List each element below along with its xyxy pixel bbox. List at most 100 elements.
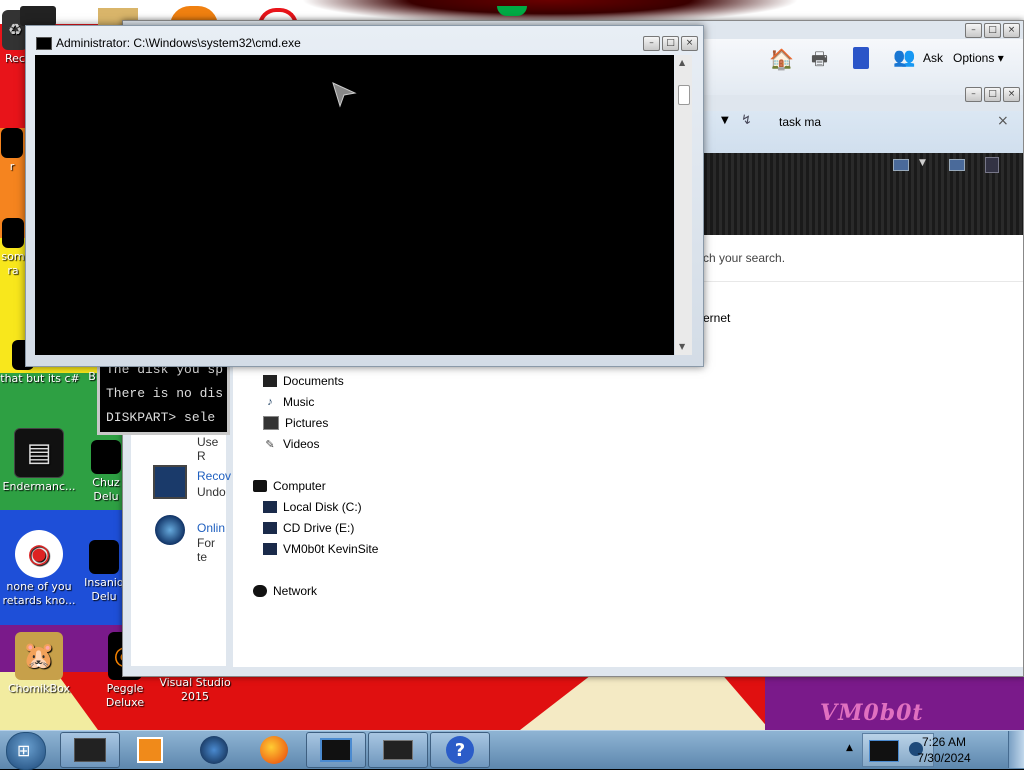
maximize-button[interactable]: □ [984, 23, 1001, 38]
recovery-icon [153, 465, 187, 499]
cmd-scrollbar[interactable]: ▲ ▼ [675, 55, 692, 355]
desktop-icon-partial[interactable]: som ra [0, 218, 26, 278]
close-button[interactable]: × [681, 36, 698, 51]
close-button[interactable]: × [1003, 87, 1020, 102]
home-icon[interactable]: 🏠 [769, 47, 794, 71]
taskbar-window-2[interactable] [368, 732, 428, 768]
nav-item-network[interactable]: Network [253, 584, 317, 598]
printer-icon[interactable]: 🖶 [811, 47, 828, 77]
view-icon[interactable] [893, 159, 909, 171]
chevron-down-icon[interactable]: ▼ [919, 158, 926, 168]
firefox-icon [260, 736, 288, 764]
nav-item-videos[interactable]: ✎ Videos [263, 437, 319, 451]
desktop-icon-label: r [9, 160, 15, 173]
windows-logo-icon: ⊞ [17, 741, 31, 760]
desktop-icon-label: Visual Studio 2015 [159, 676, 231, 703]
desktop-icon-endermanch[interactable]: ▤ Endermanc... [0, 428, 78, 494]
nav-label: Music [283, 395, 315, 409]
scroll-thumb[interactable] [678, 85, 690, 105]
search-input[interactable]: task ma [779, 115, 821, 129]
preview-pane-icon[interactable] [949, 159, 965, 171]
nav-label: Documents [283, 374, 344, 388]
network-drive-icon [263, 543, 277, 555]
computer-icon [253, 480, 267, 492]
pictures-icon [263, 416, 279, 430]
cmd-console[interactable] [35, 55, 674, 355]
nav-item-music[interactable]: ♪ Music [263, 395, 314, 409]
taskbar-cmd[interactable] [306, 732, 366, 768]
dropdown-arrow-icon[interactable]: ▼ [721, 115, 729, 126]
taskbar-firefox[interactable] [244, 732, 304, 768]
desktop-watermark: VM0b0t [820, 700, 924, 726]
minimize-button[interactable]: – [643, 36, 660, 51]
nav-label: Local Disk (C:) [283, 500, 362, 514]
desktop-icon-partial[interactable]: r [0, 128, 24, 174]
opera-icon: ◉ [15, 530, 63, 578]
videos-icon: ✎ [265, 438, 275, 451]
taskbar-explorer[interactable] [60, 732, 120, 768]
tray-expand-icon[interactable]: ▲ [846, 743, 853, 753]
taskbar-media-player[interactable] [120, 732, 180, 768]
desktop-icon-top-1[interactable] [20, 6, 56, 26]
clear-search-button[interactable]: × [997, 113, 1009, 129]
network-icon [253, 585, 267, 597]
taskbar-browser-blue[interactable] [184, 732, 244, 768]
console-line: There is no dis [106, 386, 224, 401]
internet-link[interactable]: ernet [703, 311, 730, 325]
help-icon[interactable] [985, 157, 999, 173]
recovery-link[interactable]: Recov [197, 469, 231, 483]
online-sub: For te [197, 536, 215, 564]
music-icon: ♪ [267, 396, 273, 408]
minimize-button[interactable]: – [965, 23, 982, 38]
show-desktop-button[interactable] [1008, 731, 1024, 768]
desktop-icon-label: that but its c# [0, 372, 80, 385]
cmd-icon [320, 738, 352, 762]
minimize-button[interactable]: – [965, 87, 982, 102]
nav-item-computer[interactable]: Computer [253, 479, 326, 493]
desktop-icon-chomikbox[interactable]: 🐹 ChomikBox [0, 632, 78, 696]
scroll-up-icon[interactable]: ▲ [679, 58, 685, 67]
desktop-icon-label: som ra [1, 250, 25, 277]
desktop-icon-label: Insaniq Delu [84, 576, 124, 603]
hard-drive-icon [263, 501, 277, 513]
refresh-icon[interactable]: ↯ [741, 113, 752, 128]
nav-item-vm-site[interactable]: VM0b0t KevinSite [263, 542, 378, 556]
window-icon [74, 738, 106, 762]
app-icon [2, 218, 24, 248]
nav-label: Pictures [285, 416, 329, 430]
left-pane: Use R Recov Undo Onlin For te [131, 401, 231, 666]
online-link[interactable]: Onlin [197, 521, 225, 535]
desktop-icon-insaniquarium[interactable]: Insaniq Delu [84, 540, 124, 604]
desktop-icon-label: none of you retards kno... [2, 580, 76, 607]
desktop-icon-none-of-you[interactable]: ◉ none of you retards kno... [0, 530, 78, 608]
book-icon[interactable] [853, 47, 869, 69]
options-button[interactable]: Options ▾ [953, 51, 1004, 65]
desktop-icon-visual-studio[interactable]: Visual Studio 2015 [156, 676, 234, 704]
app-icon [1, 128, 23, 158]
console-line: DISKPART> sele [106, 410, 216, 425]
desktop-icon-label: Endermanc... [2, 480, 76, 493]
left-pane-item-title[interactable]: Use R [197, 435, 226, 463]
taskbar-clock[interactable]: 7:26 AM 7/30/2024 [902, 734, 986, 766]
nav-label: VM0b0t KevinSite [283, 542, 379, 556]
scroll-down-icon[interactable]: ▼ [679, 342, 685, 351]
nav-item-cd-drive[interactable]: CD Drive (E:) [263, 521, 354, 535]
start-button[interactable]: ⊞ [6, 732, 46, 770]
ask-button[interactable]: Ask [923, 51, 943, 65]
close-button[interactable]: × [1003, 23, 1020, 38]
maximize-button[interactable]: □ [662, 36, 679, 51]
desktop-icon-chuzzle[interactable]: Chuz Delu [88, 440, 124, 504]
maximize-button[interactable]: □ [984, 87, 1001, 102]
nav-item-pictures[interactable]: Pictures [263, 416, 328, 430]
globe-icon [155, 515, 185, 545]
window-icon [383, 740, 413, 760]
clock-time: 7:26 AM [921, 735, 967, 749]
help-person-icon[interactable]: 👥 [893, 47, 915, 68]
cursor-icon [332, 82, 357, 108]
desktop-icon-label: Chuz Delu [92, 476, 120, 503]
network-tray-icon[interactable] [869, 740, 899, 762]
nav-item-documents[interactable]: Documents [263, 374, 344, 388]
diskpart-console[interactable]: The disk you sp There is no dis DISKPART… [97, 355, 230, 435]
taskbar-help[interactable]: ? [430, 732, 490, 768]
nav-item-local-disk[interactable]: Local Disk (C:) [263, 500, 362, 514]
